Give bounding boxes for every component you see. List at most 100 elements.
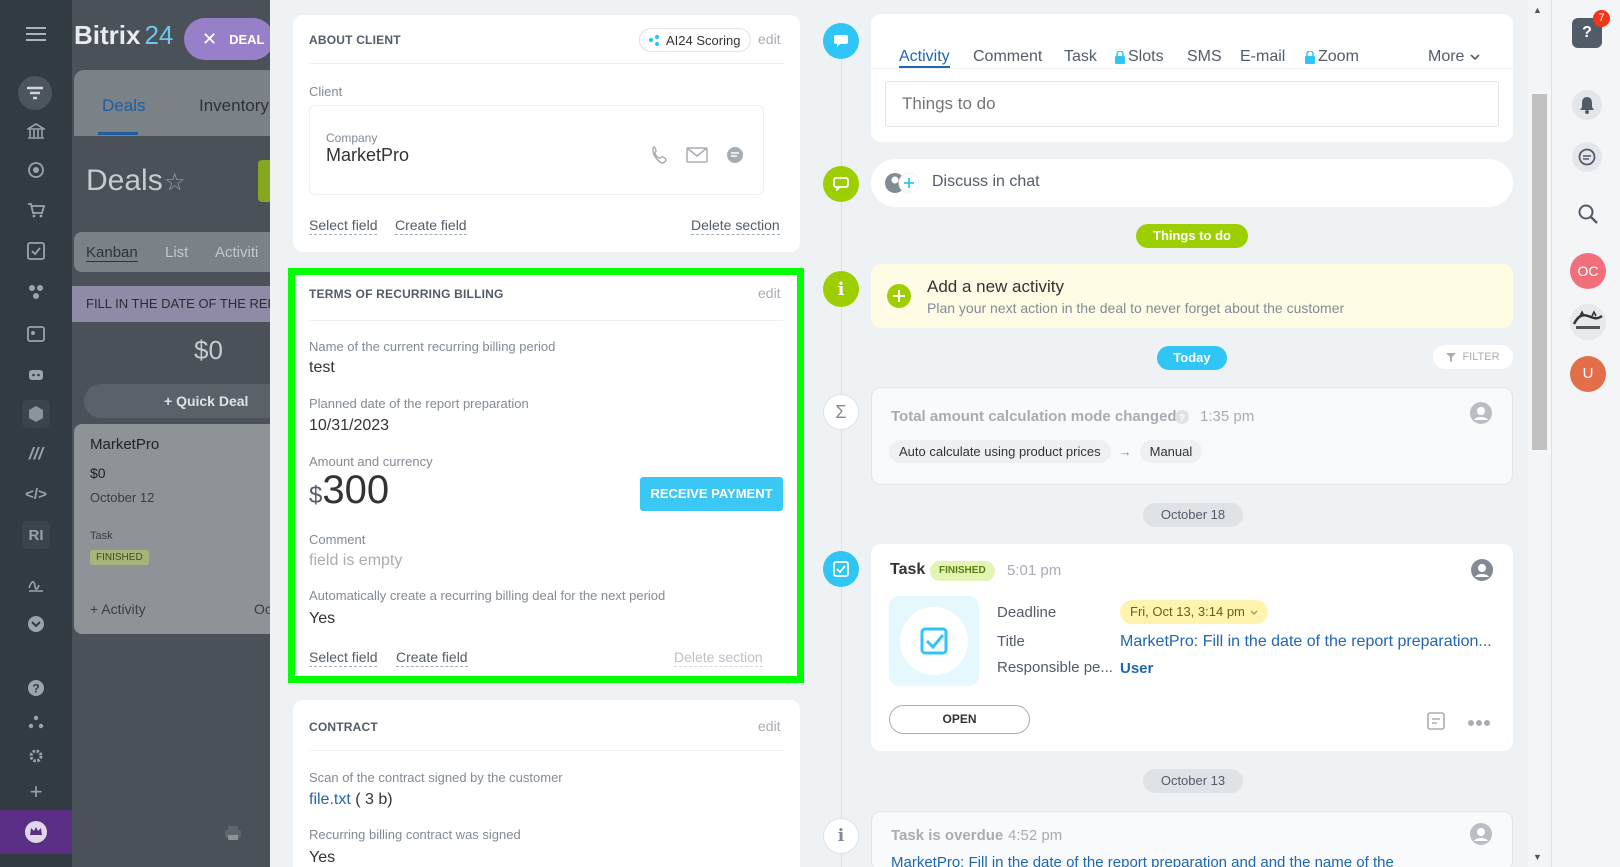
box-icon[interactable]: [22, 400, 50, 428]
tab-inventory[interactable]: Inventory: [199, 96, 269, 116]
crown-icon[interactable]: [0, 810, 72, 854]
edit-link[interactable]: edit: [758, 31, 781, 47]
search-icon[interactable]: [1578, 204, 1598, 227]
scrollbar-thumb[interactable]: [1532, 94, 1547, 450]
title-label: Title: [997, 633, 1025, 650]
deal-card-title[interactable]: MarketPro: [90, 436, 159, 453]
select-field-link[interactable]: Select field: [309, 649, 378, 667]
user-avatar-icon[interactable]: [1471, 559, 1493, 584]
tab-zoom[interactable]: Zoom: [1305, 48, 1359, 66]
messenger-icon[interactable]: [1572, 142, 1602, 172]
company-name[interactable]: MarketPro: [326, 145, 409, 166]
question-icon[interactable]: ?: [1175, 410, 1189, 427]
scroll-down-icon[interactable]: ▼: [1533, 852, 1542, 862]
contract-file[interactable]: file.txt ( 3 b): [309, 791, 393, 809]
add-activity-card[interactable]: Add a new activity Plan your next action…: [871, 264, 1513, 328]
responsible-user-link[interactable]: User: [1120, 660, 1153, 677]
delete-section-link[interactable]: Delete section: [691, 217, 780, 235]
menu-icon[interactable]: [22, 20, 50, 48]
bank-icon[interactable]: [22, 117, 50, 145]
avatar-oc[interactable]: OC: [1570, 253, 1606, 289]
view-activities[interactable]: Activiti: [215, 244, 258, 261]
field-label: Automatically create a recurring billing…: [309, 588, 666, 603]
info-icon: i: [823, 818, 859, 854]
bell-icon[interactable]: [1572, 90, 1602, 120]
auto-create-value[interactable]: Yes: [309, 610, 335, 628]
notification-badge: 7: [1593, 10, 1610, 27]
phone-icon[interactable]: [650, 145, 670, 168]
code-icon[interactable]: </>: [22, 480, 50, 508]
event-time: 1:35 pm: [1200, 408, 1255, 425]
svg-text:?: ?: [32, 682, 39, 696]
amount-value[interactable]: $300: [309, 468, 389, 513]
billing-period-value[interactable]: test: [309, 359, 335, 377]
date-divider: October 18: [1143, 503, 1243, 527]
tab-task[interactable]: Task: [1064, 48, 1097, 66]
delete-section-link[interactable]: Delete section: [674, 649, 763, 667]
more-icon[interactable]: [22, 610, 50, 638]
more-tabs-button[interactable]: More: [1428, 48, 1481, 66]
structure-icon[interactable]: [22, 708, 50, 736]
sign-icon[interactable]: [22, 570, 50, 598]
tasks-icon[interactable]: [22, 237, 50, 265]
user-avatar-icon[interactable]: [1470, 823, 1492, 848]
tab-activity[interactable]: Activity: [899, 48, 950, 66]
things-to-do-input[interactable]: [885, 81, 1499, 127]
star-icon[interactable]: ☆: [164, 168, 186, 197]
left-nav: /// </> RI ? +: [0, 0, 72, 867]
scroll-up-icon[interactable]: ▲: [1533, 5, 1542, 15]
create-field-link[interactable]: Create field: [395, 217, 467, 235]
ri-icon[interactable]: RI: [22, 521, 50, 549]
filter-button[interactable]: FILTER: [1433, 345, 1513, 369]
contacts-icon[interactable]: [22, 320, 50, 348]
report-date-value[interactable]: 10/31/2023: [309, 417, 389, 435]
contract-signed-value[interactable]: Yes: [309, 849, 335, 867]
edit-link[interactable]: edit: [758, 718, 781, 734]
mail-icon[interactable]: [686, 147, 708, 166]
tab-slots[interactable]: Slots: [1115, 48, 1164, 66]
timeline-line: [841, 40, 842, 867]
deal-badge[interactable]: ✕ DEAL: [184, 18, 274, 60]
discuss-in-chat[interactable]: Discuss in chat: [871, 159, 1513, 207]
view-kanban[interactable]: Kanban: [86, 244, 138, 262]
collab-icon[interactable]: [22, 278, 50, 306]
print-icon[interactable]: [224, 825, 242, 844]
view-list[interactable]: List: [165, 244, 188, 261]
deadline-badge[interactable]: Fri, Oct 13, 3:14 pm: [1120, 600, 1268, 624]
recurring-billing-section: TERMS OF RECURRING BILLING edit Name of …: [295, 275, 797, 676]
scrollbar[interactable]: ▲ ▼: [1528, 0, 1551, 867]
robot-icon[interactable]: [22, 360, 50, 388]
more-dots-icon[interactable]: [1467, 714, 1491, 730]
task-title-link[interactable]: MarketPro: Fill in the date of the repor…: [1120, 633, 1492, 651]
tab-deals[interactable]: Deals: [102, 96, 145, 116]
note-icon[interactable]: [1427, 712, 1445, 733]
open-button[interactable]: OPEN: [889, 705, 1030, 734]
comment-value[interactable]: field is empty: [309, 552, 402, 570]
help-icon[interactable]: ?: [22, 674, 50, 702]
chat-icon[interactable]: [725, 145, 745, 168]
cart-icon[interactable]: [22, 196, 50, 224]
ai-scoring-button[interactable]: AI24 Scoring: [639, 28, 752, 52]
sites-icon[interactable]: ///: [22, 440, 50, 468]
tab-email[interactable]: E-mail: [1240, 48, 1285, 66]
tab-comment[interactable]: Comment: [973, 48, 1042, 66]
plus-icon[interactable]: [887, 284, 911, 311]
avatar-u[interactable]: U: [1570, 356, 1606, 392]
select-field-link[interactable]: Select field: [309, 217, 378, 235]
team-logo-avatar[interactable]: [1570, 304, 1606, 340]
user-avatar-icon[interactable]: [1470, 402, 1492, 427]
deals-background: Bitrix 24 ✕ DEAL Deals Inventory Deals ☆ K…: [72, 0, 274, 867]
receive-payment-button[interactable]: RECEIVE PAYMENT: [640, 477, 783, 511]
edit-link[interactable]: edit: [758, 285, 781, 301]
settings-icon[interactable]: [22, 742, 50, 770]
quick-deal-button[interactable]: + Quick Deal: [84, 384, 270, 418]
discuss-label: Discuss in chat: [932, 173, 1040, 190]
add-icon[interactable]: +: [22, 778, 50, 806]
crm-icon[interactable]: [18, 76, 52, 110]
deal-card-activity[interactable]: + Activity: [90, 601, 146, 617]
tab-sms[interactable]: SMS: [1187, 48, 1222, 66]
responsible-label: Responsible pe...: [997, 659, 1113, 676]
create-field-link[interactable]: Create field: [396, 649, 468, 667]
target-icon[interactable]: [22, 156, 50, 184]
overdue-task-link[interactable]: MarketPro: Fill in the date of the repor…: [891, 854, 1394, 867]
